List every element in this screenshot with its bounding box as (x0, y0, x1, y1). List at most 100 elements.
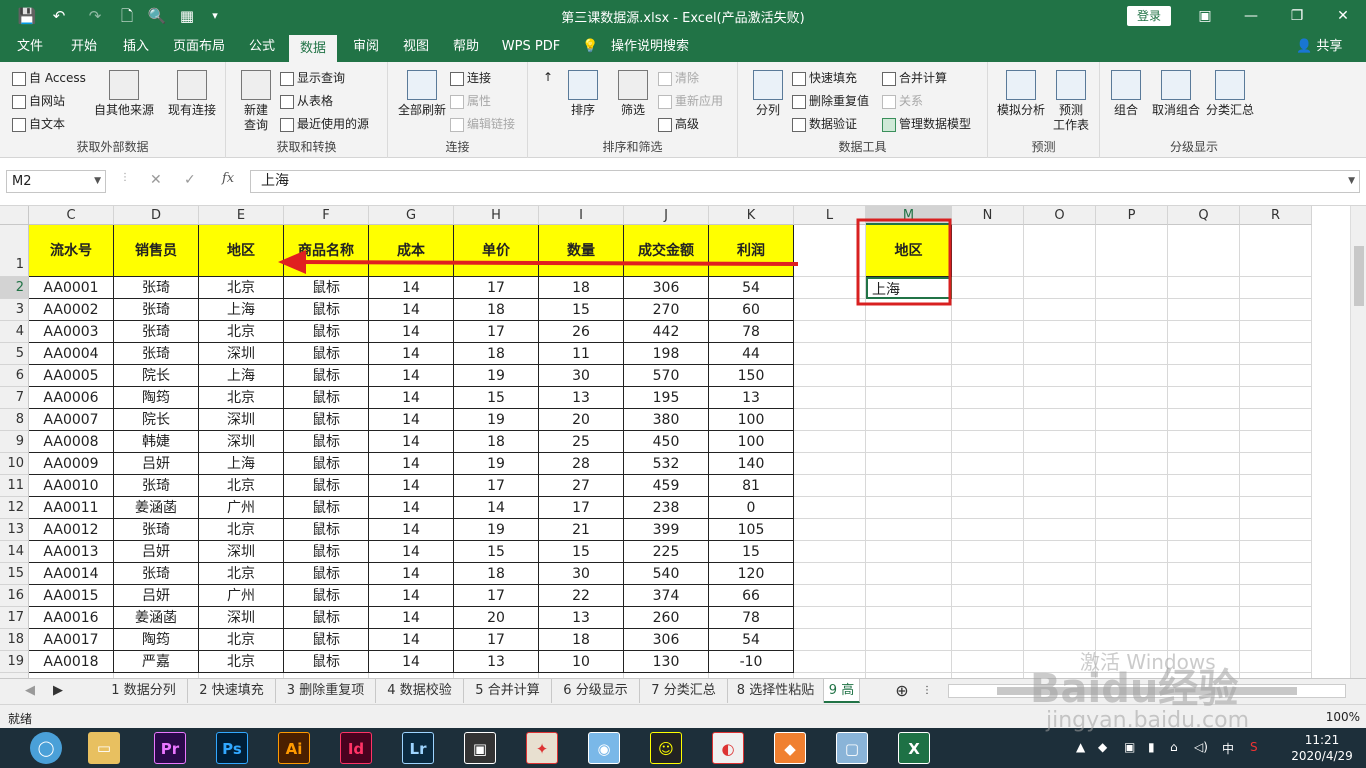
table-cell[interactable]: 28 (539, 453, 624, 475)
table-cell[interactable]: 院长 (114, 365, 199, 387)
table-cell[interactable]: AA0013 (29, 541, 114, 563)
table-cell[interactable]: 374 (624, 585, 709, 607)
new-query-button[interactable]: 新建 查询 (234, 70, 278, 133)
table-cell[interactable]: 陶筠 (114, 387, 199, 409)
table-cell[interactable]: 54 (709, 629, 794, 651)
table-cell[interactable]: 姜涵菡 (114, 497, 199, 519)
column-header-g[interactable]: G (369, 206, 454, 225)
table-cell[interactable]: AA0009 (29, 453, 114, 475)
table-cell[interactable]: 北京 (199, 629, 284, 651)
tab-view[interactable]: 视图 (394, 32, 438, 62)
table-cell[interactable]: 11 (539, 343, 624, 365)
table-cell[interactable] (952, 497, 1024, 519)
table-cell[interactable] (1240, 409, 1312, 431)
table-cell[interactable]: 张琦 (114, 321, 199, 343)
row-header[interactable]: 14 (0, 541, 29, 563)
table-cell[interactable]: 15 (539, 299, 624, 321)
table-cell[interactable]: 14 (369, 453, 454, 475)
table-header-cell[interactable]: 商品名称 (284, 225, 369, 277)
table-cell[interactable] (952, 277, 1024, 299)
table-header-cell[interactable]: 地区 (199, 225, 284, 277)
table-cell[interactable] (1240, 585, 1312, 607)
taskbar-app-icon[interactable]: ◉ (588, 732, 620, 764)
table-cell[interactable] (1240, 343, 1312, 365)
table-cell[interactable]: 100 (709, 409, 794, 431)
table-cell[interactable]: 14 (369, 519, 454, 541)
table-cell[interactable]: 14 (369, 651, 454, 673)
table-cell[interactable]: 17 (539, 497, 624, 519)
row-header[interactable]: 13 (0, 519, 29, 541)
table-cell[interactable] (794, 277, 866, 299)
table-cell[interactable]: 19 (454, 365, 539, 387)
refresh-all-button[interactable]: 全部刷新 (394, 70, 450, 118)
table-cell[interactable]: 北京 (199, 277, 284, 299)
table-cell[interactable] (1168, 629, 1240, 651)
table-cell[interactable] (1240, 519, 1312, 541)
table-cell[interactable]: 18 (454, 343, 539, 365)
table-cell[interactable]: AA0015 (29, 585, 114, 607)
clock[interactable]: 11:21 2020/4/29 (1290, 732, 1354, 764)
table-cell[interactable] (794, 585, 866, 607)
table-cell[interactable]: AA0003 (29, 321, 114, 343)
table-cell[interactable]: 13 (539, 607, 624, 629)
tab-file[interactable]: 文件 (8, 32, 52, 62)
table-cell[interactable] (1240, 497, 1312, 519)
table-cell[interactable]: AA0001 (29, 277, 114, 299)
table-cell[interactable] (952, 585, 1024, 607)
table-cell[interactable]: 130 (624, 651, 709, 673)
table-cell[interactable] (952, 453, 1024, 475)
table-cell[interactable] (1096, 431, 1168, 453)
table-cell[interactable]: 鼠标 (284, 321, 369, 343)
table-cell[interactable]: 深圳 (199, 409, 284, 431)
table-cell[interactable]: 18 (539, 629, 624, 651)
table-cell[interactable] (794, 343, 866, 365)
table-cell[interactable] (1168, 563, 1240, 585)
network-icon[interactable]: ⌂ (1170, 740, 1178, 754)
table-cell[interactable] (1096, 475, 1168, 497)
table-cell[interactable]: 张琦 (114, 299, 199, 321)
table-header-cell[interactable]: 单价 (454, 225, 539, 277)
from-text-button[interactable]: 自文本 (12, 114, 65, 134)
table-cell[interactable]: 深圳 (199, 541, 284, 563)
advanced-filter-button[interactable]: 高级 (658, 114, 699, 134)
table-cell[interactable]: AA0011 (29, 497, 114, 519)
table-cell[interactable] (794, 541, 866, 563)
table-cell[interactable] (1168, 365, 1240, 387)
table-cell[interactable] (794, 607, 866, 629)
table-cell[interactable]: 14 (369, 475, 454, 497)
table-cell[interactable]: 140 (709, 453, 794, 475)
table-cell[interactable] (1096, 607, 1168, 629)
table-cell[interactable]: 18 (454, 431, 539, 453)
table-cell[interactable]: 上海 (199, 453, 284, 475)
table-cell[interactable] (1240, 475, 1312, 497)
table-header-cell[interactable]: 数量 (539, 225, 624, 277)
table-cell[interactable] (866, 519, 952, 541)
taskbar-app-icon[interactable]: ◐ (712, 732, 744, 764)
from-table-button[interactable]: 从表格 (280, 91, 333, 111)
table-cell[interactable] (1168, 225, 1240, 277)
table-cell[interactable] (1024, 453, 1096, 475)
sheet-tab[interactable]: 1 数据分列 (100, 679, 188, 703)
spreadsheet-grid[interactable]: CDEFGHIJKLMNOPQR 1 2 3 4 5 6 7 8 9 10 11 12 13 14 15 16… (0, 206, 1350, 678)
table-cell[interactable]: 17 (454, 629, 539, 651)
table-cell[interactable]: 14 (369, 563, 454, 585)
table-cell[interactable]: 13 (539, 387, 624, 409)
table-cell[interactable]: 17 (454, 585, 539, 607)
row-header[interactable]: 2 (0, 277, 29, 299)
table-cell[interactable] (1024, 541, 1096, 563)
table-cell[interactable]: 238 (624, 497, 709, 519)
taskbar-app-icon[interactable]: Ps (216, 732, 248, 764)
table-cell[interactable]: 鼠标 (284, 365, 369, 387)
table-cell[interactable] (952, 519, 1024, 541)
restore-button[interactable]: ❐ (1282, 4, 1312, 28)
prev-sheet-icon[interactable]: ◀ (20, 679, 40, 703)
table-cell[interactable]: 张琦 (114, 563, 199, 585)
table-cell[interactable]: 14 (369, 541, 454, 563)
table-cell[interactable]: 鼠标 (284, 343, 369, 365)
tab-data[interactable]: 数据 (289, 35, 337, 62)
table-cell[interactable]: 深圳 (199, 431, 284, 453)
table-cell[interactable] (794, 629, 866, 651)
table-cell[interactable]: 399 (624, 519, 709, 541)
column-header-m[interactable]: M (866, 206, 952, 225)
table-cell[interactable]: 北京 (199, 519, 284, 541)
